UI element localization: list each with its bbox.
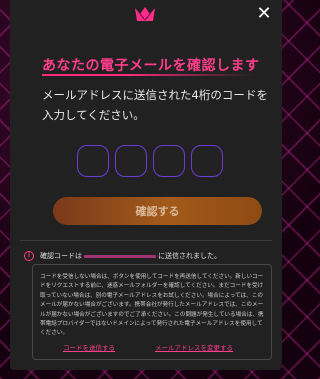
code-digit-1-input[interactable]: [77, 145, 109, 177]
instruction-text: メールアドレスに送信された4桁のコードを入力してください。: [42, 88, 268, 122]
change-email-link[interactable]: メールアドレスを変更する: [155, 342, 233, 352]
help-text: コードを受信しない場合は、ボタンを使用してコードを再送信してください。新しいコー…: [40, 274, 264, 337]
crown-logo-icon: [135, 7, 155, 22]
notice-prefix: 確認コードは: [40, 252, 82, 260]
title-underline: [42, 74, 254, 76]
code-digit-3-input[interactable]: [153, 145, 185, 177]
divider: [20, 240, 272, 241]
info-icon: i: [24, 251, 34, 261]
verify-email-modal: ✕ あなたの電子メールを確認します メールアドレスに送信された4桁のコードを入力…: [10, 0, 282, 370]
help-box: コードを受信しない場合は、ボタンを使用してコードを再送信してください。新しいコー…: [32, 264, 272, 360]
confirm-button[interactable]: 確認する: [53, 197, 262, 225]
redacted-email: [84, 254, 156, 258]
code-sent-notice: i 確認コードは に送信されました。: [24, 251, 221, 261]
close-button[interactable]: ✕: [254, 4, 274, 24]
notice-suffix: に送信されました。: [158, 252, 221, 260]
help-links: コードを送信する メールアドレスを変更する: [63, 342, 233, 352]
code-input-group: [77, 145, 223, 177]
code-digit-4-input[interactable]: [191, 145, 223, 177]
code-digit-2-input[interactable]: [115, 145, 147, 177]
page-title: あなたの電子メールを確認します: [42, 58, 260, 74]
resend-code-link[interactable]: コードを送信する: [63, 342, 115, 352]
